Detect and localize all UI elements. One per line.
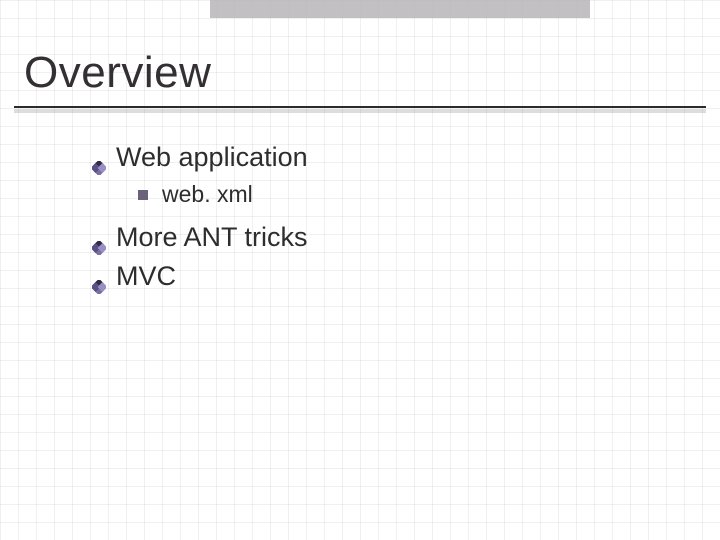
list-item: MVC <box>92 261 720 292</box>
diamond-bullet-icon <box>92 270 106 284</box>
square-bullet-icon <box>138 190 148 200</box>
list-subitem: web. xml <box>138 181 720 208</box>
list-item: Web application <box>92 142 720 173</box>
list-subitem-label: web. xml <box>162 181 253 208</box>
bullet-list: Web application web. xml More ANT tricks <box>92 142 720 292</box>
title-underline <box>14 106 706 108</box>
slide-title: Overview <box>24 48 720 98</box>
list-item-label: Web application <box>116 142 308 173</box>
diamond-bullet-icon <box>92 151 106 165</box>
slide-content: Overview Web application web. xml <box>0 0 720 292</box>
list-item-label: MVC <box>116 261 176 292</box>
diamond-bullet-icon <box>92 231 106 245</box>
list-item: More ANT tricks <box>92 222 720 253</box>
list-item-label: More ANT tricks <box>116 222 308 253</box>
